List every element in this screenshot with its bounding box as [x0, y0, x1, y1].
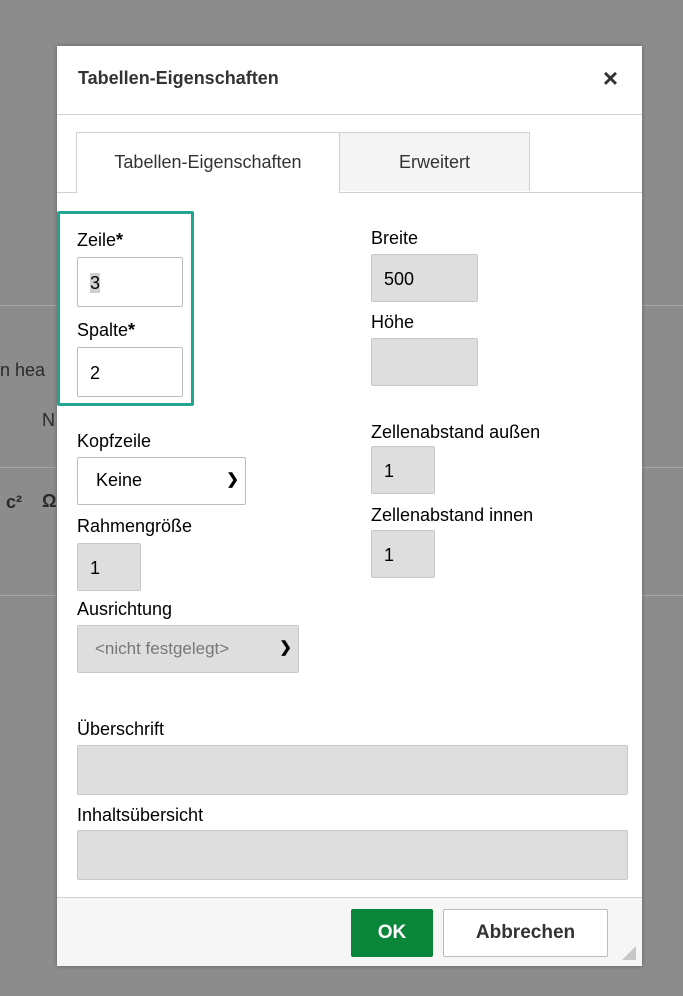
- toolbar-omega-icon: Ω: [42, 491, 57, 511]
- row-column-highlight-box: [57, 211, 194, 406]
- breite-input[interactable]: 500: [371, 254, 478, 302]
- ausrichtung-select[interactable]: <nicht festgelegt> ❯: [77, 625, 299, 673]
- table-properties-dialog: Tabellen-Eigenschaften × Tabellen-Eigens…: [57, 46, 642, 966]
- chevron-down-icon: ❯: [279, 639, 292, 656]
- dialog-title-bar: Tabellen-Eigenschaften ×: [57, 46, 642, 115]
- inhaltsuebersicht-label: Inhaltsübersicht: [77, 805, 204, 825]
- hoehe-label: Höhe: [371, 312, 415, 332]
- kopfzeile-label: Kopfzeile: [77, 431, 152, 451]
- tab-table-properties[interactable]: Tabellen-Eigenschaften: [76, 132, 340, 193]
- toolbar-superscript-icon: c²: [6, 492, 23, 512]
- close-icon[interactable]: ×: [603, 65, 618, 91]
- dialog-title: Tabellen-Eigenschaften: [78, 68, 279, 88]
- resize-handle[interactable]: [622, 946, 636, 960]
- editor-text-fragment: n hea: [0, 360, 46, 380]
- ueberschrift-input[interactable]: [77, 745, 628, 795]
- rahmengroesse-input[interactable]: 1: [77, 543, 141, 591]
- ueberschrift-label: Überschrift: [77, 719, 165, 739]
- hoehe-input[interactable]: [371, 338, 478, 386]
- ausrichtung-label: Ausrichtung: [77, 599, 173, 619]
- dialog-footer: OK Abbrechen: [57, 897, 642, 966]
- zellenabstand-aussen-input[interactable]: 1: [371, 446, 435, 494]
- editor-text-fragment-n: N: [42, 410, 55, 430]
- zellenabstand-aussen-label: Zellenabstand außen: [371, 422, 541, 442]
- tab-bar: Tabellen-Eigenschaften Erweitert: [57, 132, 642, 193]
- zellenabstand-innen-label: Zellenabstand innen: [371, 505, 534, 525]
- inhaltsuebersicht-input[interactable]: [77, 830, 628, 880]
- rahmengroesse-label: Rahmengröße: [77, 516, 193, 536]
- chevron-down-icon: ❯: [226, 471, 239, 488]
- ok-button[interactable]: OK: [351, 909, 433, 957]
- cancel-button[interactable]: Abbrechen: [443, 909, 608, 957]
- kopfzeile-select[interactable]: Keine ❯: [77, 457, 246, 505]
- tab-advanced[interactable]: Erweitert: [340, 132, 530, 191]
- zellenabstand-innen-input[interactable]: 1: [371, 530, 435, 578]
- breite-label: Breite: [371, 228, 419, 248]
